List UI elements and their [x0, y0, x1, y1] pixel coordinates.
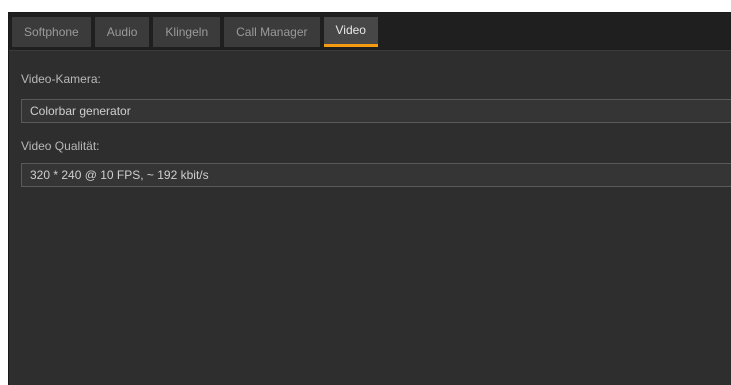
video-quality-label: Video Qualität:	[21, 139, 100, 153]
tab-klingeln[interactable]: Klingeln	[153, 17, 221, 47]
settings-window: Softphone Audio Klingeln Call Manager Vi…	[8, 12, 731, 385]
video-settings-panel: Video-Kamera: Colorbar generator Video Q…	[9, 51, 731, 385]
tab-call-manager[interactable]: Call Manager	[224, 17, 320, 47]
tab-softphone[interactable]: Softphone	[12, 17, 91, 47]
video-camera-label: Video-Kamera:	[21, 72, 101, 86]
video-camera-select[interactable]: Colorbar generator	[21, 99, 731, 123]
video-quality-select[interactable]: 320 * 240 @ 10 FPS, ~ 192 kbit/s	[21, 163, 731, 187]
tab-audio[interactable]: Audio	[94, 17, 150, 47]
settings-tabbar: Softphone Audio Klingeln Call Manager Vi…	[9, 13, 731, 51]
tab-video[interactable]: Video	[323, 17, 378, 47]
